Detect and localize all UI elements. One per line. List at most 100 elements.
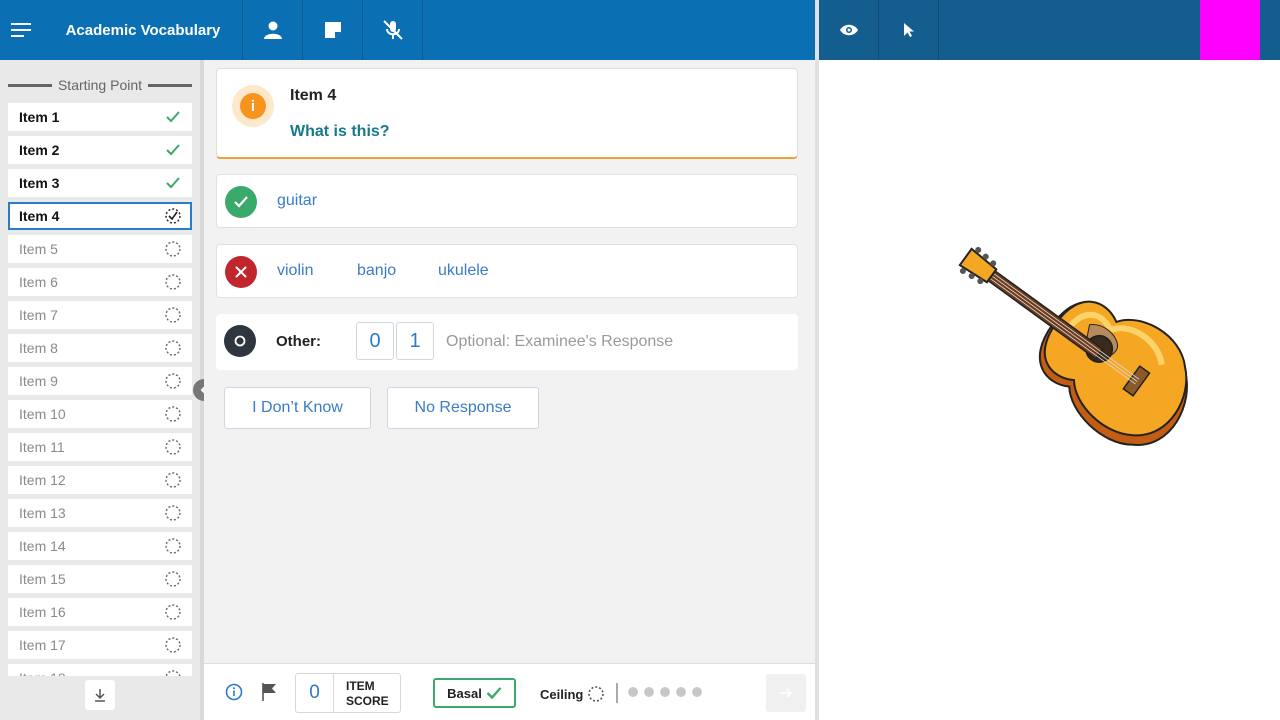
pending-ring-icon (165, 274, 181, 290)
sidebar-item[interactable]: Item 17 (8, 631, 192, 659)
ring-icon (234, 335, 246, 347)
info-badge[interactable]: i (232, 85, 274, 127)
pending-ring-icon (165, 241, 181, 257)
sidebar-item[interactable]: Item 9 (8, 367, 192, 395)
sidebar-item-label: Item 1 (19, 109, 60, 125)
starting-point-header: Starting Point (8, 76, 192, 94)
arrow-right-icon (780, 688, 793, 698)
sidebar-item-label: Item 5 (19, 241, 58, 257)
incorrect-response-banjo[interactable]: banjo (357, 262, 396, 280)
sidebar-item-label: Item 10 (19, 406, 66, 422)
preview-button[interactable] (819, 0, 879, 60)
examinee-button[interactable] (243, 0, 303, 60)
microphone-button[interactable] (363, 0, 423, 60)
sidebar-item-label: Item 7 (19, 307, 58, 323)
no-response-button[interactable]: No Response (387, 387, 539, 429)
correct-response-guitar[interactable]: guitar (277, 192, 317, 210)
pending-ring-icon (165, 472, 181, 488)
mic-off-icon (382, 20, 403, 40)
item-score-value: 0 (296, 674, 334, 712)
incorrect-response-ukulele[interactable]: ukulele (438, 262, 489, 280)
sidebar-item[interactable]: Item 13 (8, 499, 192, 527)
sidebar-item-label: Item 2 (19, 142, 60, 158)
sidebar-item-label: Item 6 (19, 274, 58, 290)
sidebar-item[interactable]: Item 6 (8, 268, 192, 296)
progress-dot (660, 687, 670, 697)
question-card: i Item 4 What is this? (216, 68, 798, 159)
sidebar-item-label: Item 12 (19, 472, 66, 488)
in-progress-icon (165, 208, 181, 224)
pending-ring-icon (165, 538, 181, 554)
sidebar-item-label: Item 3 (19, 175, 60, 191)
sidebar-item-label: Item 9 (19, 373, 58, 389)
item-score-label: ITEM SCORE (346, 679, 389, 708)
progress-dot (676, 687, 686, 697)
sidebar-item[interactable]: Item 7 (8, 301, 192, 329)
dont-know-button[interactable]: I Don’t Know (224, 387, 371, 429)
basal-status[interactable]: Basal (433, 678, 516, 708)
incorrect-response-violin[interactable]: violin (277, 262, 313, 280)
sidebar-item-label: Item 4 (19, 208, 60, 224)
item-sidebar: Starting Point Item 1 Item 2 Item 3 Item 4I… (0, 60, 200, 720)
sidebar-item[interactable]: Item 10 (8, 400, 192, 428)
check-icon (166, 177, 180, 189)
footer-separator (616, 683, 618, 703)
pending-ring-icon (588, 686, 605, 702)
sidebar-item[interactable]: Item 3 (8, 169, 192, 197)
item-list[interactable]: Item 1 Item 2 Item 3 Item 4 Item 5 Item 6 Item… (8, 103, 192, 676)
pending-ring-icon (165, 340, 181, 356)
sidebar-item-label: Item 15 (19, 571, 66, 587)
sidebar-item[interactable]: Item 11 (8, 433, 192, 461)
ceiling-status[interactable]: Ceiling (540, 685, 605, 703)
progress-dot (628, 687, 638, 697)
download-icon (95, 689, 105, 702)
sidebar-item[interactable]: Item 14 (8, 532, 192, 560)
sidebar-item[interactable]: Item 4 (8, 202, 192, 230)
next-button[interactable] (766, 674, 806, 712)
pending-ring-icon (165, 373, 181, 389)
check-icon (166, 111, 180, 123)
sidebar-item-label: Item 17 (19, 637, 66, 653)
sidebar-item-label: Item 13 (19, 505, 66, 521)
sidebar-item[interactable]: Item 8 (8, 334, 192, 362)
sidebar-item[interactable]: Item 5 (8, 235, 192, 263)
progress-dots (628, 687, 702, 697)
menu-button[interactable] (0, 0, 44, 60)
check-icon (486, 687, 502, 700)
score-option-1[interactable]: 1 (396, 322, 434, 360)
score-option-0[interactable]: 0 (356, 322, 394, 360)
check-icon (234, 196, 248, 208)
note-icon (324, 22, 341, 38)
incorrect-button[interactable] (225, 256, 257, 288)
eye-icon (839, 24, 858, 36)
footer-info-button[interactable] (225, 683, 243, 706)
sidebar-item[interactable]: Item 16 (8, 598, 192, 626)
download-button[interactable] (85, 680, 115, 710)
person-icon (263, 21, 282, 39)
question-prompt: What is this? (290, 123, 390, 140)
stimulus-panel (819, 60, 1280, 720)
sidebar-item[interactable]: Item 18 (8, 664, 192, 676)
pending-ring-icon (165, 571, 181, 587)
pending-ring-icon (165, 307, 181, 323)
flag-icon (262, 683, 276, 701)
menu-icon (11, 23, 31, 37)
sidebar-item-label: Item 11 (19, 439, 65, 455)
guitar-illustration (958, 246, 1188, 446)
other-button[interactable] (224, 325, 256, 357)
sidebar-item[interactable]: Item 12 (8, 466, 192, 494)
notes-button[interactable] (303, 0, 363, 60)
incorrect-responses-row: violin banjo ukulele (216, 244, 798, 298)
sidebar-item[interactable]: Item 2 (8, 136, 192, 164)
examinee-response-input[interactable]: Optional: Examinee's Response (446, 333, 673, 351)
sidebar-item[interactable]: Item 1 (8, 103, 192, 131)
other-label: Other: (276, 333, 321, 350)
scoring-panel: i Item 4 What is this? guitar violin ban… (204, 60, 815, 663)
starting-point-label: Starting Point (57, 77, 143, 93)
pointer-button[interactable] (879, 0, 939, 60)
pending-ring-icon (165, 670, 181, 676)
sidebar-item[interactable]: Item 15 (8, 565, 192, 593)
info-circle-icon (225, 683, 243, 701)
correct-button[interactable] (225, 186, 257, 218)
flag-button[interactable] (260, 682, 278, 707)
